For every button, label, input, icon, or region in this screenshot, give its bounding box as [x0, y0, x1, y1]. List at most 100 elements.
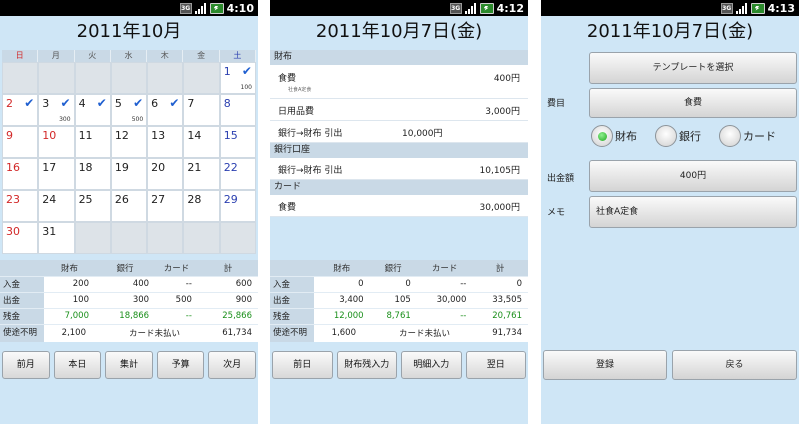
radio-card-label: カード — [743, 130, 776, 143]
select-template-button[interactable]: テンプレートを選択 — [589, 52, 797, 84]
day-number: 15 — [223, 129, 238, 142]
day-cell[interactable]: 26 — [110, 190, 148, 222]
day-cell[interactable]: 2 ✔ — [2, 94, 39, 126]
category-select-button[interactable]: 食費 — [589, 88, 797, 118]
day-cell[interactable]: 1 ✔ 100 — [219, 62, 256, 94]
checkmark-icon: ✔ — [133, 96, 144, 110]
empty-day-cell — [147, 222, 184, 254]
transaction-name: 食費 — [278, 203, 297, 213]
back-button[interactable]: 戻る — [672, 350, 797, 380]
amount-input-button[interactable]: 400円 — [589, 160, 797, 192]
day-cell[interactable]: 16 — [2, 158, 39, 190]
nav-button[interactable]: 予算 — [156, 351, 205, 379]
day-cell[interactable]: 8 — [219, 94, 256, 126]
day-cell[interactable]: 14 — [183, 126, 220, 158]
day-number: 8 — [223, 97, 231, 110]
radio-bank-label: 銀行 — [679, 130, 701, 143]
day-cell[interactable]: 13 — [147, 126, 184, 158]
nav-button[interactable]: 翌日 — [465, 351, 526, 379]
radio-wallet[interactable]: 財布 — [591, 125, 637, 147]
summary-cell: 3,400 — [314, 292, 370, 309]
card-unpaid-label: カード未払い — [128, 329, 180, 339]
radio-bank[interactable]: 銀行 — [655, 125, 701, 147]
checkmark-icon: ✔ — [241, 64, 252, 78]
day-number: 22 — [223, 161, 238, 174]
status-time: 4:13 — [767, 1, 795, 15]
memo-input-button[interactable]: 社食A定食 — [589, 196, 797, 228]
day-number: 10 — [42, 129, 57, 142]
nav-button[interactable]: 集計 — [105, 351, 153, 379]
day-cell[interactable]: 4 ✔ — [74, 94, 111, 126]
day-cell[interactable]: 12 — [110, 126, 148, 158]
day-cell[interactable]: 7 — [183, 94, 220, 126]
transaction-row[interactable]: 食費 30,000円 — [270, 195, 528, 217]
transaction-row[interactable]: 日用品費 3,000円 — [270, 99, 528, 121]
day-number: 6 — [151, 97, 159, 110]
nav-button[interactable]: 次月 — [208, 351, 256, 379]
day-number: 2 — [6, 97, 13, 110]
day-number: 24 — [42, 193, 57, 206]
day-cell[interactable]: 11 — [74, 126, 111, 158]
day-cell[interactable]: 24 — [38, 190, 75, 222]
transfer-amount: 10,000円 — [402, 129, 443, 139]
day-cell[interactable]: 9 — [2, 126, 39, 158]
calendar-button-row: 前月 本日 集計 予算 次月 — [0, 351, 258, 379]
day-cell[interactable]: 6 ✔ — [147, 94, 184, 126]
transaction-memo: 社食A定食 — [288, 87, 312, 93]
summary-row: 出金 3,400 105 30,000 33,505 — [270, 292, 528, 309]
day-cell[interactable]: 31 — [38, 222, 75, 254]
summary-cell: -- — [416, 308, 473, 325]
day-cell[interactable]: 22 — [219, 158, 256, 190]
day-cell[interactable]: 10 — [38, 126, 75, 158]
day-cell[interactable]: 29 — [219, 190, 256, 222]
day-cell[interactable]: 27 — [147, 190, 184, 222]
unknown-usage-label: 使途不明 — [270, 324, 314, 342]
day-cell[interactable]: 3 ✔ 300 — [38, 94, 75, 126]
day-detail-screen: 3G 4:12 2011年10月7日(金) 財布 食費 社食A定食 400円 日用品費 3… — [270, 0, 528, 424]
day-number: 29 — [223, 193, 238, 206]
nav-button[interactable]: 前月 — [2, 351, 50, 379]
day-number: 17 — [42, 161, 57, 174]
transaction-amount: 3,000円 — [485, 107, 520, 117]
nav-button[interactable]: 前日 — [272, 351, 333, 379]
day-cell[interactable]: 23 — [2, 190, 39, 222]
summary-column-header: 財布 — [44, 260, 95, 277]
day-cell[interactable]: 15 — [219, 126, 256, 158]
transaction-row[interactable]: 銀行→財布 引出 10,105円 — [270, 158, 528, 180]
transaction-list: 財布 食費 社食A定食 400円 日用品費 3,000円 銀行→財布 引出 10,000円 銀行… — [270, 50, 528, 217]
summary-cell: 100 — [44, 292, 95, 309]
empty-day-cell — [183, 62, 220, 94]
calendar-grid: 1 ✔ 100 2 ✔ 3 ✔ 300 4 ✔ 5 ✔ 500 6 ✔ 7 8 9 10 11 12 13 14 15 16 17… — [2, 62, 256, 254]
battery-charging-icon — [750, 2, 765, 14]
radio-card[interactable]: カード — [719, 125, 776, 147]
nav-button[interactable]: 財布残入力 — [336, 351, 397, 379]
transaction-row[interactable]: 銀行→財布 引出 10,000円 — [270, 121, 528, 143]
day-number: 4 — [78, 97, 86, 110]
status-bar: 3G 4:12 — [270, 0, 528, 16]
transaction-name: 銀行→財布 引出 — [278, 129, 343, 139]
transaction-name: 日用品費 — [278, 107, 315, 117]
summary-row: 入金 200 400 -- 600 — [0, 276, 258, 293]
transaction-amount: 10,105円 — [479, 166, 521, 176]
day-cell[interactable]: 21 — [183, 158, 220, 190]
day-cell[interactable]: 30 — [2, 222, 39, 254]
transaction-row[interactable]: 食費 社食A定食 400円 — [270, 65, 528, 99]
nav-button[interactable]: 明細入力 — [401, 351, 462, 379]
day-cell[interactable]: 20 — [147, 158, 184, 190]
day-cell[interactable]: 5 ✔ 500 — [110, 94, 148, 126]
nav-button[interactable]: 本日 — [53, 351, 102, 379]
battery-charging-icon — [209, 2, 224, 14]
day-cell[interactable]: 28 — [183, 190, 220, 222]
day-number: 16 — [6, 161, 20, 174]
register-button[interactable]: 登録 — [543, 350, 667, 380]
day-cell[interactable]: 18 — [74, 158, 111, 190]
day-cell[interactable]: 19 — [110, 158, 148, 190]
summary-corner — [0, 260, 44, 277]
day-cell[interactable]: 25 — [74, 190, 111, 222]
signal-icon — [194, 2, 207, 14]
day-cell[interactable]: 17 — [38, 158, 75, 190]
weekday-label: 水 — [111, 50, 148, 62]
summary-header-row: 財布 銀行 カード計 — [270, 260, 528, 277]
day-number: 31 — [42, 225, 57, 238]
transaction-amount: 400円 — [493, 74, 520, 84]
